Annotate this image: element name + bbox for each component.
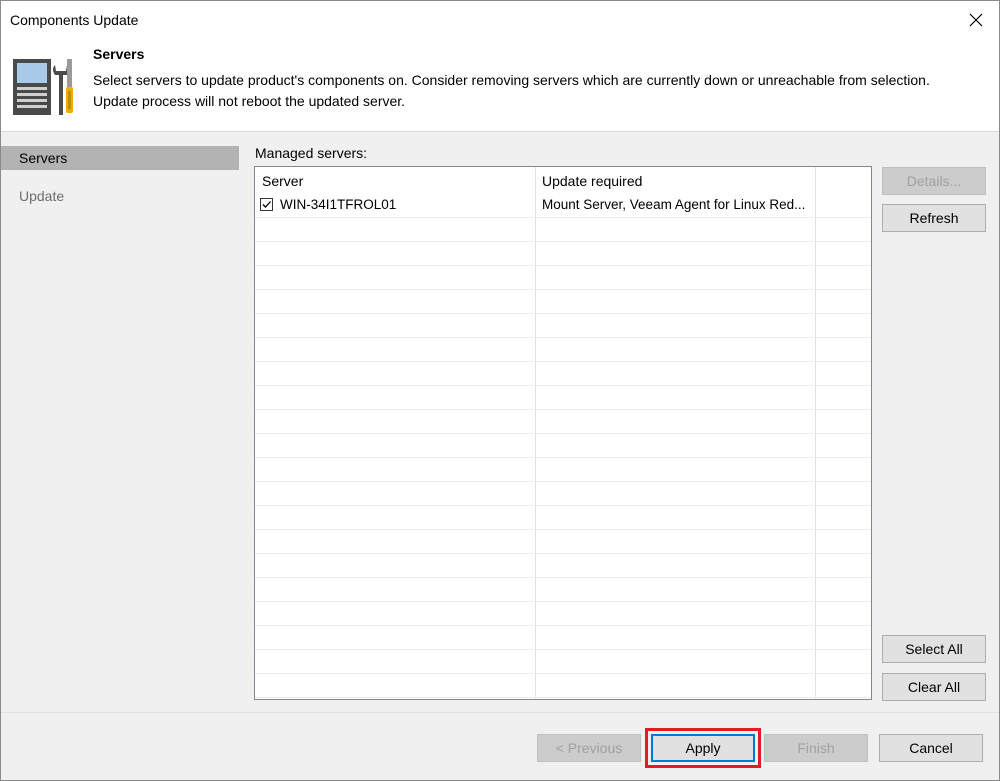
server-name-cell: WIN-34I1TFROL01 — [280, 197, 397, 212]
row-separator — [255, 337, 871, 338]
server-tools-icon — [13, 59, 73, 115]
update-required-cell: Mount Server, Veeam Agent for Linux Red.… — [542, 197, 806, 212]
row-separator — [255, 697, 871, 698]
close-button[interactable] — [953, 1, 999, 39]
wizard-header: Servers Select servers to update product… — [1, 39, 999, 132]
step-servers[interactable]: Servers — [1, 146, 239, 170]
servers-table[interactable]: Server Update required WIN-34I1TFROL01 M… — [254, 166, 872, 700]
server-checkbox[interactable] — [260, 198, 273, 211]
check-icon — [262, 201, 271, 208]
row-separator — [255, 481, 871, 482]
row-separator — [255, 673, 871, 674]
page-title: Servers — [93, 46, 145, 62]
description-line-2: Update process will not reboot the updat… — [93, 93, 406, 109]
title-bar: Components Update — [1, 1, 999, 39]
select-all-button[interactable]: Select All — [882, 635, 986, 663]
wizard-steps: Servers Update — [1, 132, 239, 712]
row-separator — [255, 409, 871, 410]
row-separator — [255, 241, 871, 242]
row-separator — [255, 553, 871, 554]
row-separator — [255, 385, 871, 386]
table-header: Server Update required — [255, 167, 871, 193]
row-separator — [255, 313, 871, 314]
row-separator — [255, 289, 871, 290]
finish-button[interactable]: Finish — [764, 734, 868, 762]
window-title: Components Update — [10, 12, 139, 28]
row-separator — [255, 217, 871, 218]
previous-button[interactable]: < Previous — [537, 734, 641, 762]
row-separator — [255, 361, 871, 362]
description-line-1: Select servers to update product's compo… — [93, 72, 930, 88]
row-separator — [255, 577, 871, 578]
row-separator — [255, 529, 871, 530]
row-separator — [255, 505, 871, 506]
details-button[interactable]: Details... — [882, 167, 986, 195]
managed-servers-label: Managed servers: — [255, 145, 368, 161]
row-separator — [255, 649, 871, 650]
components-update-dialog: Components Update Servers Select servers… — [0, 0, 1000, 781]
page-description: Select servers to update product's compo… — [93, 70, 983, 112]
row-separator — [255, 433, 871, 434]
close-icon — [969, 13, 983, 27]
main-content: Managed servers: Server Update required … — [239, 132, 999, 712]
row-separator — [255, 601, 871, 602]
column-header-update-required[interactable]: Update required — [542, 173, 642, 189]
row-separator — [255, 625, 871, 626]
clear-all-button[interactable]: Clear All — [882, 673, 986, 701]
row-separator — [255, 265, 871, 266]
refresh-button[interactable]: Refresh — [882, 204, 986, 232]
step-update[interactable]: Update — [1, 184, 239, 208]
row-separator — [255, 457, 871, 458]
wizard-footer: < Previous Apply Finish Cancel — [1, 712, 999, 780]
apply-highlight-box — [645, 728, 761, 768]
cancel-button[interactable]: Cancel — [879, 734, 983, 762]
column-header-server[interactable]: Server — [262, 173, 303, 189]
